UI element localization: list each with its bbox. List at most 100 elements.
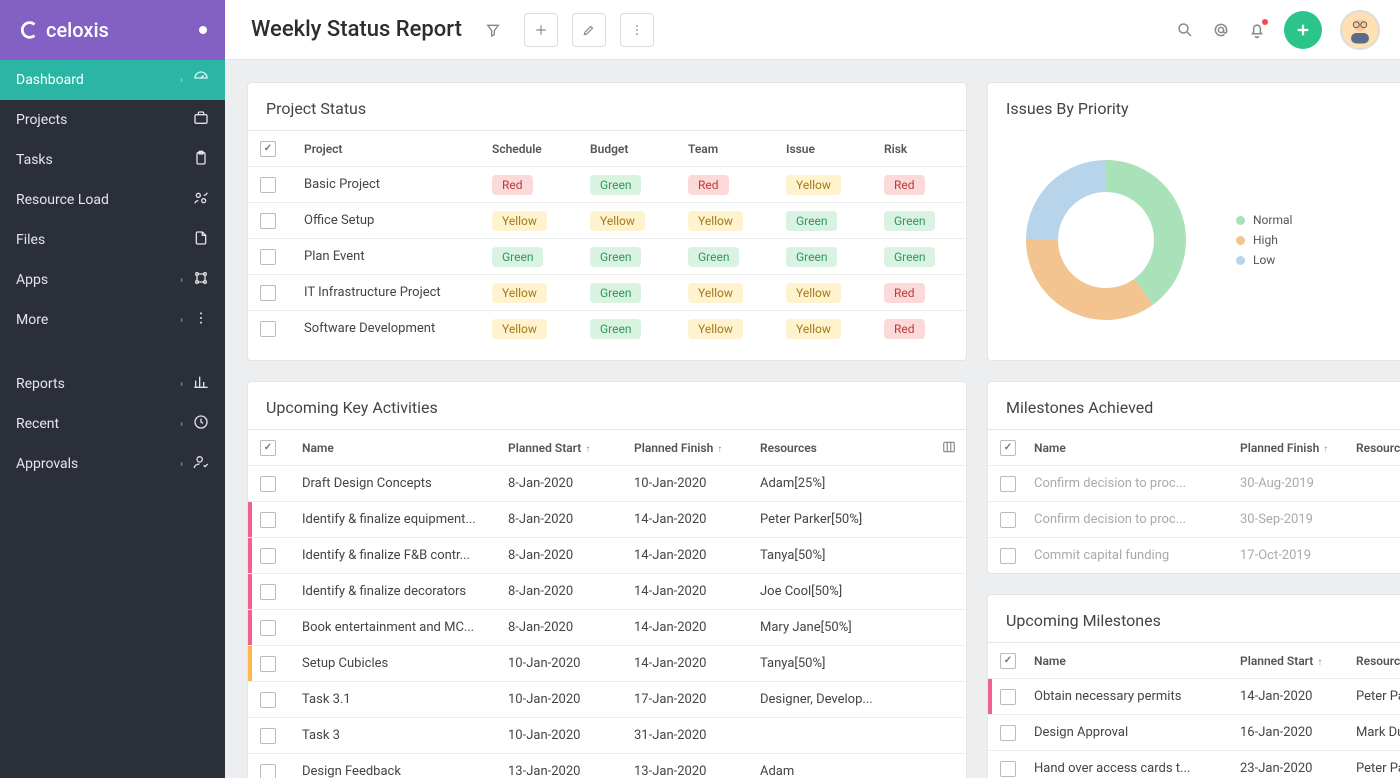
select-all-checkbox[interactable] <box>1000 653 1016 669</box>
table-row[interactable]: Commit capital funding17-Oct-2019 <box>988 537 1400 573</box>
table-row[interactable]: Confirm decision to proc...30-Sep-2019 <box>988 501 1400 537</box>
user-avatar[interactable] <box>1340 10 1380 50</box>
col-resources[interactable]: Resources <box>760 441 900 455</box>
logo-icon <box>18 19 40 41</box>
edit-button[interactable] <box>572 13 606 47</box>
table-row[interactable]: Hand over access cards t...23-Jan-2020Pe… <box>988 750 1400 778</box>
sidebar-item-dashboard[interactable]: Dashboard› <box>0 60 225 100</box>
sidebar-item-resource-load[interactable]: Resource Load <box>0 180 225 220</box>
table-row[interactable]: Obtain necessary permits14-Jan-2020Peter… <box>988 678 1400 714</box>
legend-item[interactable]: High <box>1236 233 1292 247</box>
sidebar-item-approvals[interactable]: Approvals› <box>0 444 225 484</box>
select-all-checkbox[interactable] <box>1000 440 1016 456</box>
table-row[interactable]: Confirm decision to proc...30-Aug-2019 <box>988 465 1400 501</box>
sidebar-item-apps[interactable]: Apps› <box>0 260 225 300</box>
search-button[interactable] <box>1176 21 1194 39</box>
row-checkbox[interactable] <box>260 321 276 337</box>
row-checkbox[interactable] <box>260 764 276 778</box>
table-row[interactable]: Design Approval16-Jan-2020Mark Dunca... <box>988 714 1400 750</box>
row-checkbox[interactable] <box>260 728 276 744</box>
column-settings-button[interactable] <box>942 440 956 457</box>
sidebar-item-label: Files <box>16 232 183 248</box>
at-icon <box>1212 21 1230 39</box>
mentions-button[interactable] <box>1212 21 1230 39</box>
select-all-checkbox[interactable] <box>260 440 276 456</box>
table-row[interactable]: Book entertainment and MC...8-Jan-202014… <box>248 609 966 645</box>
columns-icon <box>942 440 956 454</box>
col-name[interactable]: Name <box>1034 654 1234 668</box>
row-checkbox[interactable] <box>1000 761 1016 777</box>
global-add-button[interactable] <box>1284 11 1322 49</box>
sidebar-item-tasks[interactable]: Tasks <box>0 140 225 180</box>
sidebar-item-files[interactable]: Files <box>0 220 225 260</box>
row-checkbox[interactable] <box>260 476 276 492</box>
row-checkbox[interactable] <box>260 584 276 600</box>
sidebar-item-reports[interactable]: Reports› <box>0 364 225 404</box>
select-all-checkbox[interactable] <box>260 141 276 157</box>
col-resources[interactable]: Resources <box>1356 441 1400 455</box>
col-budget[interactable]: Budget <box>590 142 680 156</box>
row-checkbox[interactable] <box>260 692 276 708</box>
table-row[interactable]: Task 3.110-Jan-202017-Jan-2020Designer, … <box>248 681 966 717</box>
col-planned-finish[interactable]: Planned Finish↑ <box>1240 441 1350 455</box>
table-row[interactable]: Software DevelopmentYellowGreenYellowYel… <box>248 310 966 346</box>
sidebar-item-recent[interactable]: Recent› <box>0 404 225 444</box>
row-checkbox[interactable] <box>1000 725 1016 741</box>
status-badge: Yellow <box>786 283 841 303</box>
table-row[interactable]: Office SetupYellowYellowYellowGreenGreen <box>248 202 966 238</box>
col-risk[interactable]: Risk <box>884 142 954 156</box>
card-title: Milestones Achieved <box>988 382 1400 429</box>
col-team[interactable]: Team <box>688 142 778 156</box>
row-checkbox[interactable] <box>260 512 276 528</box>
col-planned-finish[interactable]: Planned Finish↑ <box>634 441 754 455</box>
table-row[interactable]: Identify & finalize decorators8-Jan-2020… <box>248 573 966 609</box>
row-checkbox[interactable] <box>260 548 276 564</box>
col-resources[interactable]: Resources <box>1356 654 1400 668</box>
table-row[interactable]: Identify & finalize F&B contr...8-Jan-20… <box>248 537 966 573</box>
cell-finish: 14-Jan-2020 <box>634 548 754 563</box>
status-badge: Green <box>590 175 641 195</box>
col-project[interactable]: Project <box>304 142 484 156</box>
table-row[interactable]: Setup Cubicles10-Jan-202014-Jan-2020Tany… <box>248 645 966 681</box>
row-checkbox[interactable] <box>260 249 276 265</box>
col-planned-start[interactable]: Planned Start↑ <box>1240 654 1350 668</box>
row-checkbox[interactable] <box>1000 689 1016 705</box>
sidebar-item-label: Reports <box>16 376 180 392</box>
table-row[interactable]: Draft Design Concepts8-Jan-202010-Jan-20… <box>248 465 966 501</box>
sidebar-item-projects[interactable]: Projects <box>0 100 225 140</box>
table-row[interactable]: Identify & finalize equipment...8-Jan-20… <box>248 501 966 537</box>
row-checkbox[interactable] <box>260 656 276 672</box>
col-planned-start[interactable]: Planned Start↑ <box>508 441 628 455</box>
row-checkbox[interactable] <box>1000 476 1016 492</box>
col-schedule[interactable]: Schedule <box>492 142 582 156</box>
row-checkbox[interactable] <box>260 620 276 636</box>
cell-issue: Green <box>786 247 876 267</box>
cell-start: 14-Jan-2020 <box>1240 689 1350 704</box>
table-row[interactable]: Design Feedback13-Jan-202013-Jan-2020Ada… <box>248 753 966 778</box>
chart-slice-normal <box>1106 160 1186 305</box>
row-checkbox[interactable] <box>260 213 276 229</box>
status-badge: Yellow <box>492 283 547 303</box>
more-actions-button[interactable] <box>620 13 654 47</box>
col-issue[interactable]: Issue <box>786 142 876 156</box>
table-row[interactable]: Basic ProjectRedGreenRedYellowRed <box>248 166 966 202</box>
sidebar-item-more[interactable]: More› <box>0 300 225 340</box>
row-checkbox[interactable] <box>1000 512 1016 528</box>
legend-item[interactable]: Normal <box>1236 213 1292 227</box>
row-checkbox[interactable] <box>1000 548 1016 564</box>
sidebar-item-label: Apps <box>16 272 180 288</box>
cell-resources: Tanya[50%] <box>760 548 900 563</box>
legend-item[interactable]: Low <box>1236 253 1292 267</box>
table-row[interactable]: IT Infrastructure ProjectYellowGreenYell… <box>248 274 966 310</box>
notifications-button[interactable] <box>1248 21 1266 39</box>
table-row[interactable]: Task 310-Jan-202031-Jan-2020 <box>248 717 966 753</box>
gauge-icon <box>193 70 209 90</box>
add-button[interactable] <box>524 13 558 47</box>
col-name[interactable]: Name <box>1034 441 1234 455</box>
row-checkbox[interactable] <box>260 285 276 301</box>
filter-button[interactable] <box>476 13 510 47</box>
cell-team: Yellow <box>688 211 778 231</box>
col-name[interactable]: Name <box>302 441 502 455</box>
table-row[interactable]: Plan EventGreenGreenGreenGreenGreen <box>248 238 966 274</box>
row-checkbox[interactable] <box>260 177 276 193</box>
